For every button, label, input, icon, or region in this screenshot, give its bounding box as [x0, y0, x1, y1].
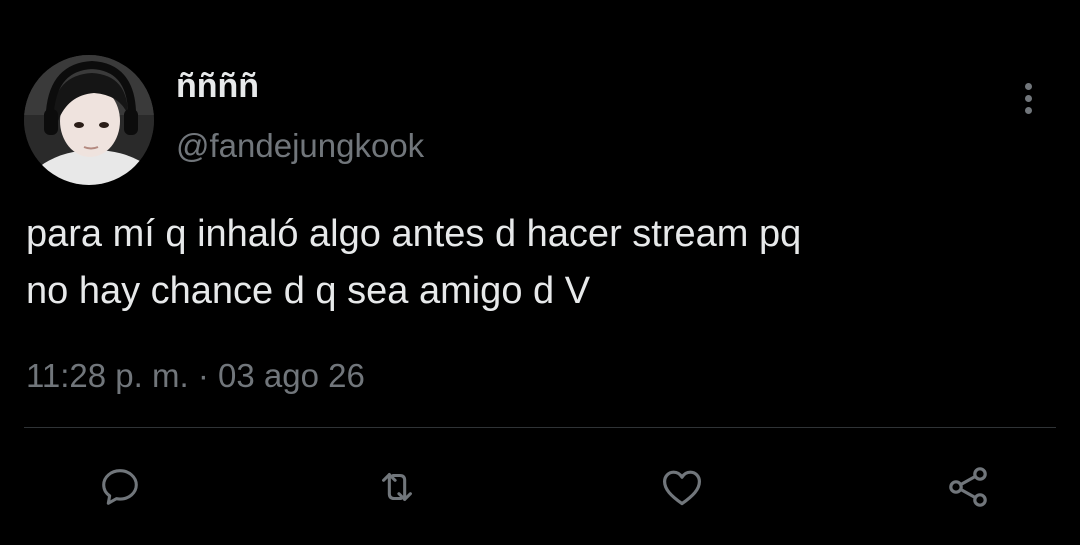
divider	[24, 427, 1056, 428]
share-icon	[949, 467, 987, 507]
reply-icon	[102, 469, 138, 505]
tweet-text: para mí q inhaló algo antes d hacer stre…	[26, 213, 802, 312]
avatar[interactable]	[24, 55, 154, 185]
display-name[interactable]: ññññ	[176, 66, 259, 106]
share-button[interactable]	[944, 463, 992, 511]
more-vertical-icon[interactable]	[1008, 78, 1048, 118]
reply-button[interactable]	[96, 463, 144, 511]
retweet-button[interactable]	[373, 463, 421, 511]
tweet-card: ññññ @fandejungkook para mí q inhaló alg…	[0, 0, 1080, 545]
meta-separator: ·	[197, 357, 209, 394]
tweet-date[interactable]: 03 ago 26	[218, 357, 365, 394]
tweet-time[interactable]: 11:28 p. m.	[26, 357, 189, 394]
avatar-image	[24, 55, 154, 185]
like-icon	[663, 470, 701, 506]
user-handle[interactable]: @fandejungkook	[176, 126, 424, 166]
more-dot	[1024, 106, 1032, 114]
more-dot	[1024, 82, 1032, 90]
more-dot	[1024, 94, 1032, 102]
like-button[interactable]	[658, 463, 706, 511]
retweet-icon	[382, 473, 412, 501]
tweet-meta: 11:28 p. m. · 03 ago 26	[26, 356, 365, 396]
